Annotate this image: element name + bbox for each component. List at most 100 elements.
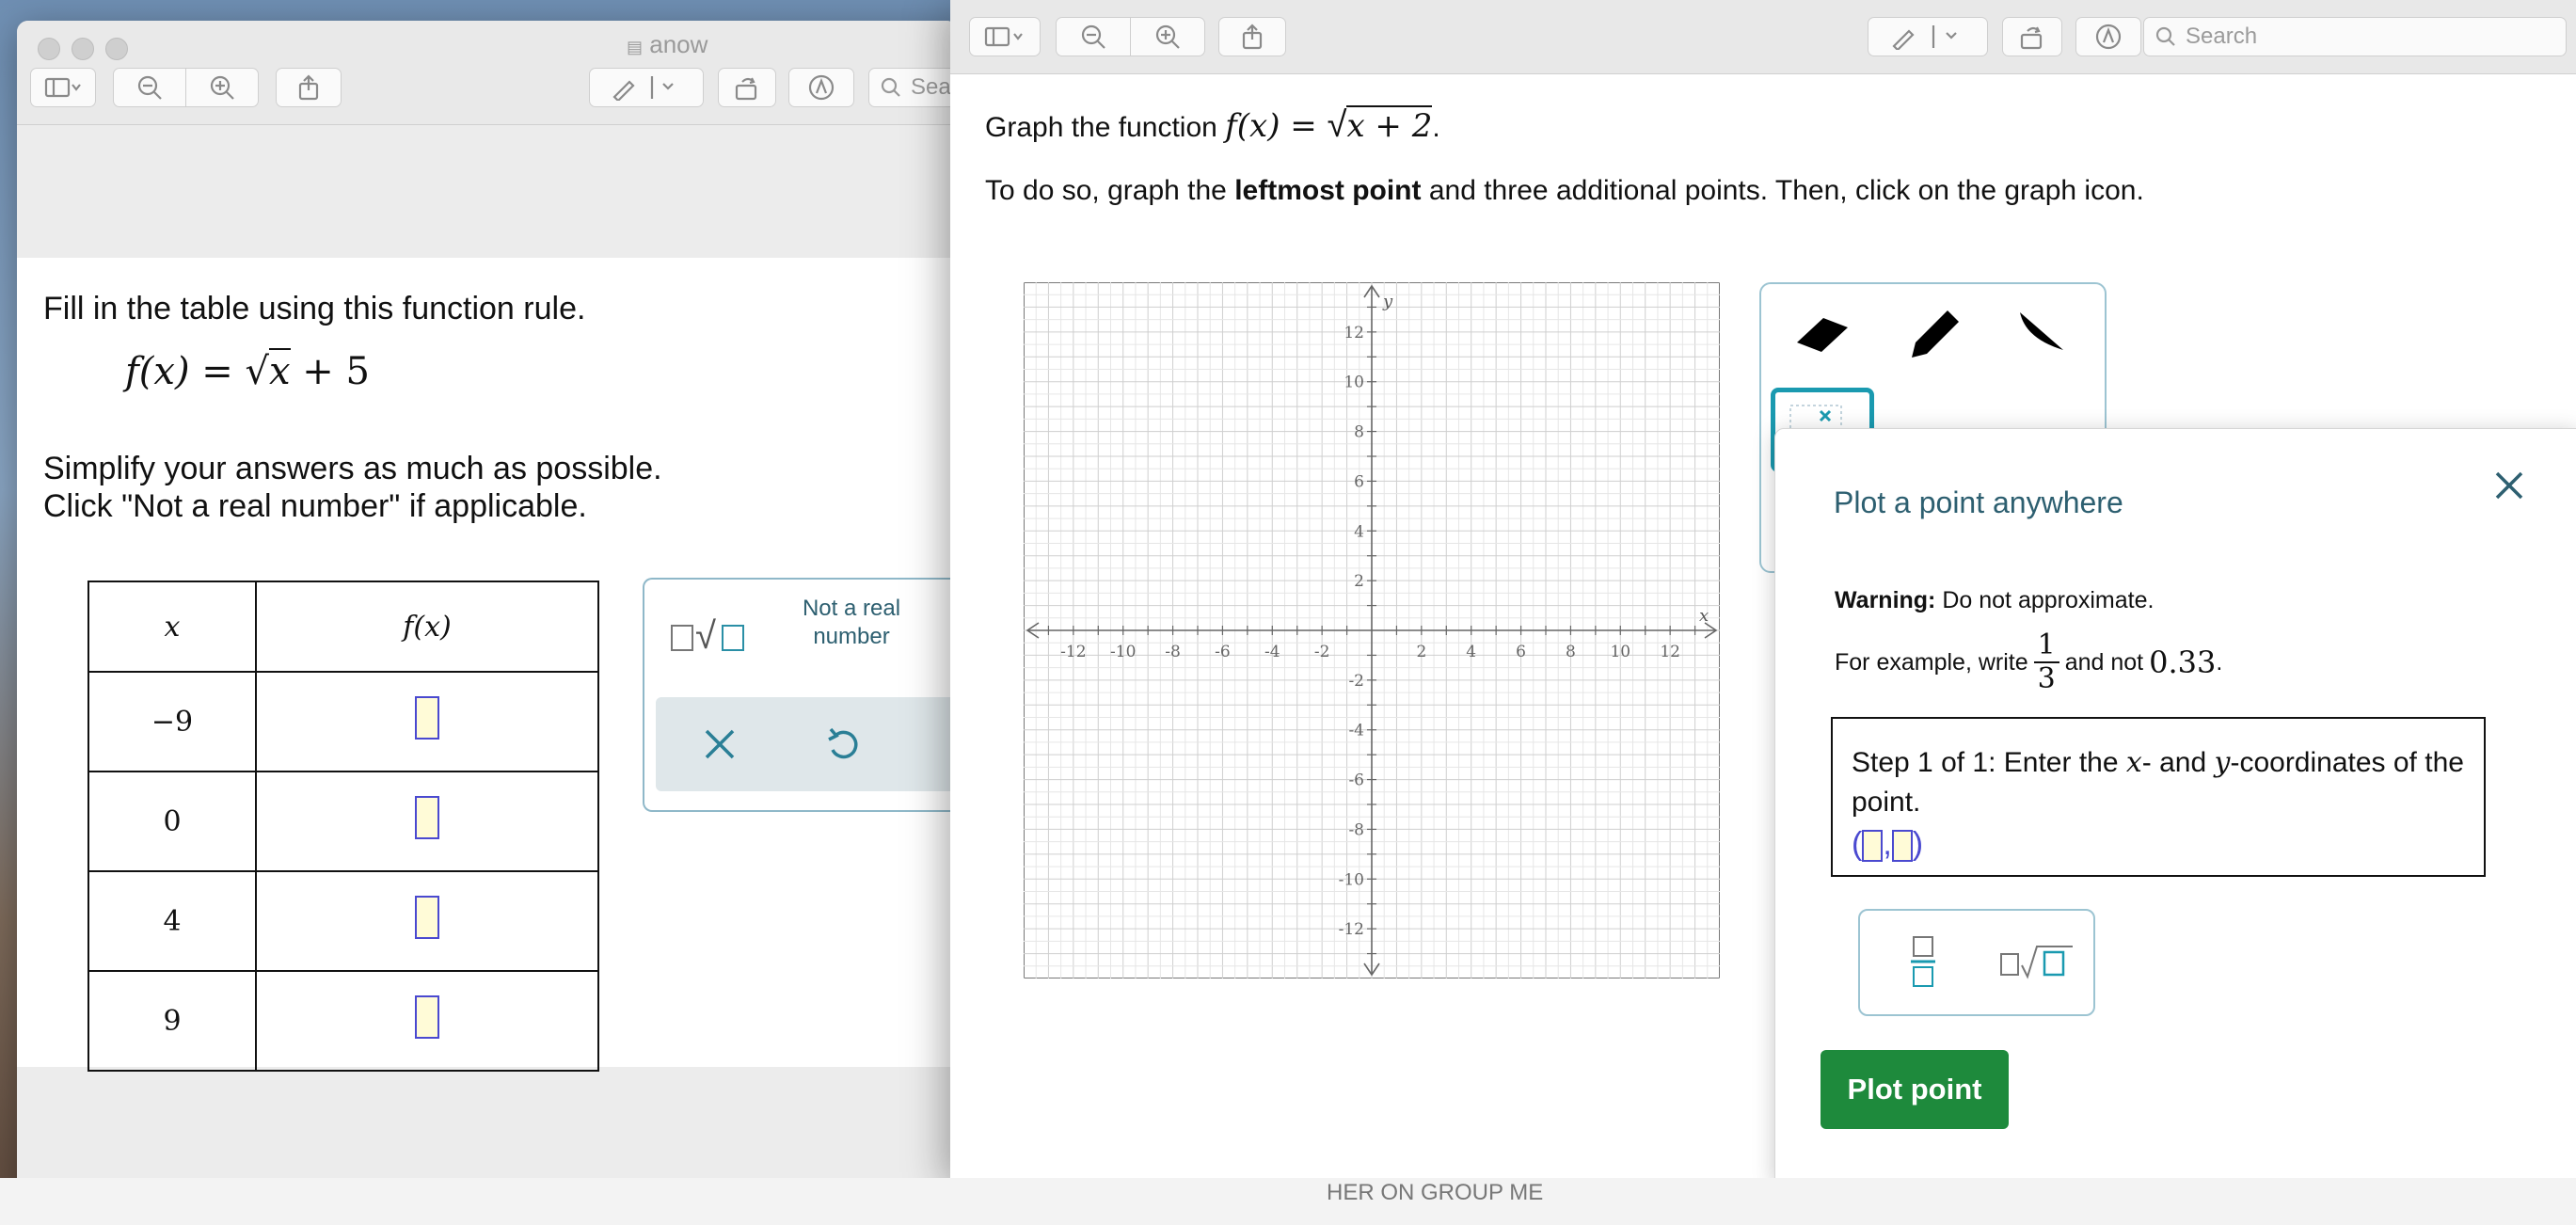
sidebar-toggle-button[interactable]	[969, 17, 1041, 56]
table-header-x: x	[87, 581, 257, 673]
left-search-field[interactable]: Sea	[868, 68, 958, 107]
coordinate-graph[interactable]: -12 -10 -8 -6 -4 -2 2 4 6 8 10 12 12 10 8 6 4 2 -2 -4 -6 -8 -1…	[1024, 282, 1720, 978]
not-real-number-button[interactable]: Not a real number	[800, 595, 903, 651]
undo-icon[interactable]	[823, 724, 865, 765]
radical-sign: √	[245, 350, 270, 393]
y-coordinate-input[interactable]	[1891, 830, 1913, 863]
step-instruction-box: Step 1 of 1: Enter the x- and y-coordina…	[1831, 717, 2486, 877]
x-tick-label: 12	[1660, 643, 1680, 661]
zoom-in-icon	[210, 75, 234, 100]
approximation-example: For example, write 1 3 and not 0.33.	[1835, 625, 2222, 700]
x-tick-label: -8	[1165, 643, 1181, 661]
x-tick-label: -4	[1264, 643, 1280, 661]
left-search-placeholder: Sea	[911, 74, 951, 100]
zoom-out-icon	[137, 75, 162, 100]
search-icon	[881, 77, 900, 97]
close-icon[interactable]	[2486, 462, 2533, 509]
example-pre: For example, write	[1835, 648, 2028, 676]
share-icon	[298, 74, 319, 101]
example-end: .	[2216, 648, 2223, 676]
share-button[interactable]	[1218, 17, 1286, 56]
comma: ,	[1883, 826, 1892, 862]
pencil-icon[interactable]	[1902, 305, 1968, 365]
x-tick-label: 2	[1416, 643, 1426, 661]
zoom-in-button[interactable]	[1130, 17, 1205, 56]
sidebar-icon	[984, 26, 1023, 47]
square-root-button[interactable]: √	[671, 615, 755, 662]
zoom-out-button[interactable]	[1056, 17, 1131, 56]
function-rule-rest: + 5	[290, 350, 370, 393]
example-decimal: 0.33	[2149, 644, 2217, 680]
not-real-instruction: Click "Not a real number" if applicable.	[43, 488, 587, 524]
y-tick-label: -2	[1348, 672, 1364, 691]
y-tick-label: -8	[1348, 820, 1364, 839]
rotate-button[interactable]	[2002, 17, 2062, 56]
palette-action-bar	[656, 697, 958, 791]
table-header-fx: f(x)	[255, 581, 599, 673]
instructions-bold: leftmost point	[1234, 175, 1422, 206]
zoom-out-button[interactable]	[113, 68, 186, 107]
markup-pen-button[interactable]	[1868, 17, 1988, 56]
warning-label: Warning:	[1835, 587, 1936, 613]
answer-input-fx-2[interactable]	[415, 796, 439, 839]
x-tick-label: 6	[1516, 643, 1526, 661]
markup-button[interactable]	[2075, 17, 2141, 56]
table-header-row: x f(x)	[87, 581, 599, 673]
graph-instructions: To do so, graph the leftmost point and t…	[985, 175, 2144, 207]
square-root-button-icon[interactable]	[1999, 941, 2075, 984]
zoom-in-button[interactable]	[185, 68, 259, 107]
square-root-placeholder	[671, 625, 693, 651]
y-tick-label: 10	[1344, 374, 1364, 392]
plot-point-button[interactable]: Plot point	[1821, 1050, 2009, 1129]
header-x-label: x	[164, 610, 181, 644]
table-cell-x: 4	[87, 870, 257, 972]
graph-prompt-pre: Graph the function	[985, 112, 1226, 143]
fraction-button-icon[interactable]	[1909, 933, 1937, 990]
fraction-numerator: 1	[2033, 629, 2059, 663]
left-window-title: ▤ anow	[627, 30, 708, 59]
table-cell-fx	[255, 671, 599, 772]
close-window-button[interactable]	[38, 38, 60, 60]
answer-input-fx-4[interactable]	[415, 995, 439, 1039]
instructions-pre: To do so, graph the	[985, 175, 1235, 206]
step-pre: Step 1 of 1: Enter the	[1852, 747, 2126, 778]
function-rule-lhs: f(x) =	[125, 350, 246, 393]
open-paren: (	[1852, 826, 1863, 862]
markup-pen-button[interactable]	[589, 68, 704, 107]
function-rule-radicand: x	[269, 348, 291, 393]
x-tick-label: -6	[1215, 643, 1231, 661]
sidebar-toggle-button[interactable]	[30, 68, 96, 107]
rotate-button[interactable]	[718, 68, 776, 107]
curve-tool-icon[interactable]	[2011, 305, 2076, 365]
right-search-field[interactable]: Search	[2143, 17, 2567, 56]
x-tick-label: -10	[1110, 643, 1136, 661]
clear-x-icon[interactable]	[701, 725, 739, 763]
radical-icon: √	[695, 615, 716, 657]
simplify-instruction: Simplify your answers as much as possibl…	[43, 451, 662, 486]
graph-prompt-radicand: x + 2	[1346, 105, 1433, 145]
minimize-window-button[interactable]	[72, 38, 94, 60]
x-tick-label: -2	[1314, 643, 1330, 661]
search-icon	[2155, 26, 2175, 46]
function-table: x f(x) −9 0 4 9	[87, 581, 599, 1072]
right-preview-window: Search Graph the function f(x) = √x + 2.…	[950, 0, 2576, 1178]
y-tick-label: 8	[1354, 423, 1364, 442]
share-button[interactable]	[276, 68, 342, 107]
step-x-var: x	[2125, 746, 2142, 779]
instructions-post: and three additional points. Then, click…	[1421, 175, 2144, 206]
eraser-icon[interactable]	[1789, 305, 1855, 361]
zoom-window-button[interactable]	[105, 38, 128, 60]
y-tick-label: -6	[1348, 772, 1364, 790]
y-tick-label: 12	[1344, 324, 1364, 342]
x-coordinate-input[interactable]	[1862, 830, 1884, 863]
example-mid: and not	[2064, 648, 2144, 676]
table-row: 0	[87, 771, 599, 872]
markup-button[interactable]	[788, 68, 854, 107]
answer-input-fx-3[interactable]	[415, 896, 439, 939]
answer-input-fx-1[interactable]	[415, 696, 439, 740]
warning-message: Do not approximate.	[1935, 587, 2155, 613]
x-tick-label: 10	[1610, 643, 1630, 661]
step-y-var: y	[2214, 746, 2231, 779]
table-instruction: Fill in the table using this function ru…	[43, 291, 586, 326]
graph-prompt: Graph the function f(x) = √x + 2.	[985, 105, 1440, 146]
